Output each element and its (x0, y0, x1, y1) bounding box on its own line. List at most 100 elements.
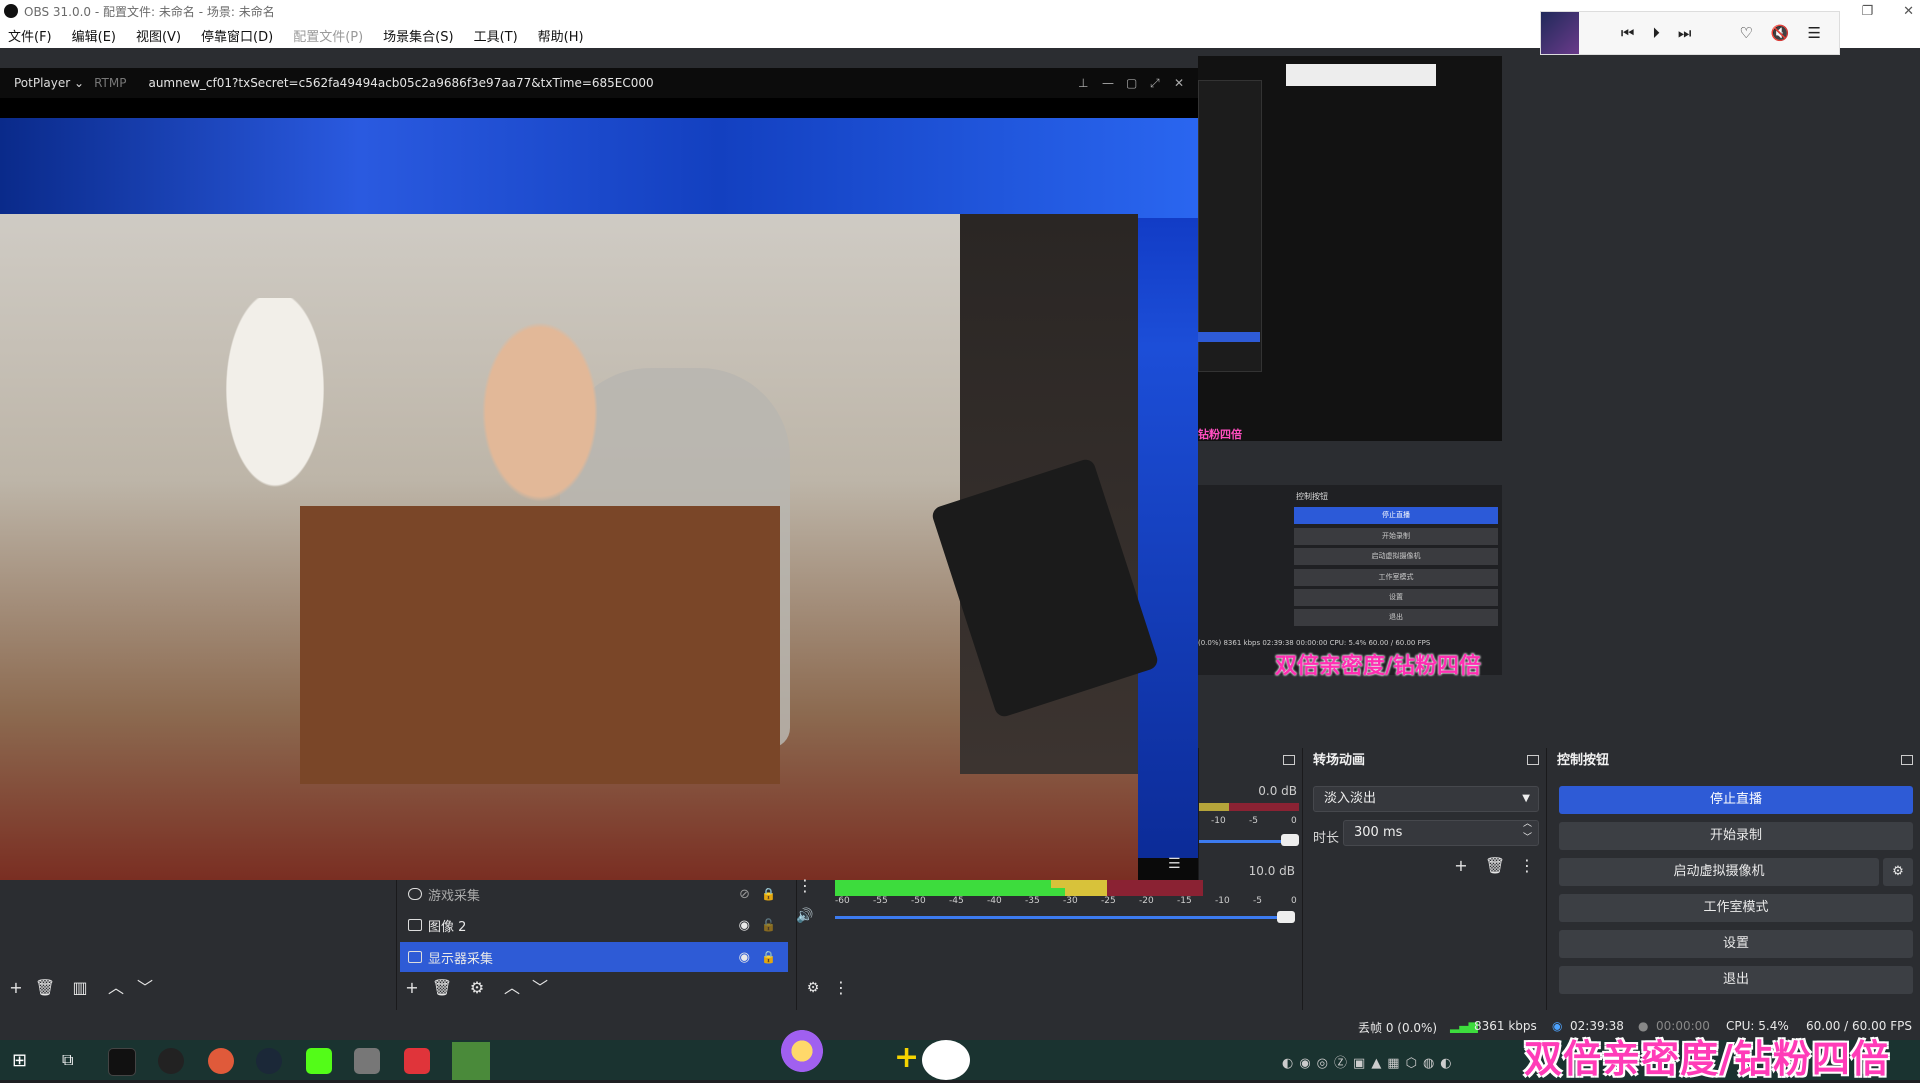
source-down-icon[interactable]: ﹀ (528, 976, 552, 1000)
start-virtual-camera-button[interactable]: 启动虚拟摄像机 (1559, 858, 1879, 886)
menu-scene-collection[interactable]: 场景集合(S) (383, 26, 453, 45)
float-icon[interactable] (1527, 755, 1539, 765)
volume-slider-top[interactable] (1199, 840, 1287, 843)
source-label: 游戏采集 (428, 888, 481, 904)
controls-dock: 控制按钮 停止直播 开始录制 启动虚拟摄像机 ⚙ 工作室模式 设置 退出 (1546, 748, 1920, 1010)
steam-icon[interactable] (256, 1048, 282, 1074)
video-frame[interactable]: ☰ (0, 118, 1198, 880)
eye-hidden-icon[interactable]: ⊘ (739, 887, 750, 902)
pot-maximize-icon[interactable]: ▢ (1126, 76, 1137, 90)
menu-docks[interactable]: 停靠窗口(D) (201, 26, 273, 45)
nested-virtual-cam: 启动虚拟摄像机 (1294, 548, 1498, 565)
float-icon[interactable] (1283, 755, 1295, 765)
settings-button[interactable]: 设置 (1559, 930, 1913, 958)
add-source-button[interactable]: + (400, 976, 424, 1000)
move-down-icon[interactable]: ﹀ (133, 976, 157, 1000)
menu-view[interactable]: 视图(V) (136, 26, 181, 45)
transition-more-icon[interactable]: ⋮ (1515, 854, 1539, 878)
nested-promo-text: 双倍亲密度/钻粉四倍 (1275, 654, 1482, 679)
start-record-button[interactable]: 开始录制 (1559, 822, 1913, 850)
close-icon[interactable]: ✕ (1903, 4, 1914, 19)
eye-icon[interactable]: ◉ (739, 918, 750, 933)
lock-icon[interactable]: 🔒 (761, 887, 776, 901)
heart-icon[interactable]: ♡ (1739, 24, 1752, 42)
pin-icon[interactable]: ⊥ (1078, 76, 1088, 90)
exit-button[interactable]: 退出 (1559, 966, 1913, 994)
source-row-game-capture[interactable]: 游戏采集 ⊘ 🔒 (400, 879, 788, 909)
move-up-icon[interactable]: ︿ (104, 976, 128, 1000)
promo-overlay-text: 双倍亲密度/钻粉四倍 (1524, 1037, 1890, 1081)
playlist-icon[interactable]: ☰ (1808, 24, 1821, 42)
menu-file[interactable]: 文件(F) (8, 26, 52, 45)
meter-scale-tick: -10 (1215, 896, 1230, 906)
windows-start-icon[interactable]: ⊞ (12, 1050, 27, 1071)
menu-edit[interactable]: 编辑(E) (72, 26, 116, 45)
nested-mini-player (1286, 64, 1436, 86)
source-up-icon[interactable]: ︿ (500, 976, 524, 1000)
crowd-background (0, 118, 1198, 218)
stop-stream-button[interactable]: 停止直播 (1559, 786, 1913, 814)
speaker-icon[interactable]: 🔊 (793, 904, 817, 928)
rank-badge-icon (778, 1026, 826, 1076)
potplayer-title-bar[interactable]: PotPlayer ⌄ RTMP aumnew_cf01?txSecret=c5… (0, 68, 1198, 98)
unlock-icon[interactable]: 🔓 (761, 918, 776, 932)
pot-close-icon[interactable]: ✕ (1174, 76, 1184, 90)
menu-profile[interactable]: 配置文件(P) (293, 26, 363, 45)
window-title: OBS 31.0.0 - 配置文件: 未命名 - 场景: 未命名 (24, 4, 275, 19)
volume-handle-top[interactable] (1281, 834, 1299, 846)
menu-help[interactable]: 帮助(H) (538, 26, 584, 45)
source-row-image[interactable]: 图像 2 ◉ 🔓 (400, 910, 788, 940)
app-z-icon[interactable] (108, 1048, 136, 1076)
play-icon[interactable]: ⏵ (1652, 24, 1660, 42)
calendar-app-icon[interactable] (404, 1048, 430, 1074)
browser-icon[interactable] (208, 1048, 234, 1074)
next-track-icon[interactable]: ⏭ (1678, 24, 1692, 42)
nested-controls-title: 控制按钮 (1296, 492, 1328, 501)
potplayer-window[interactable]: PotPlayer ⌄ RTMP aumnew_cf01?txSecret=c5… (0, 68, 1198, 880)
task-view-icon[interactable]: ⧉ (62, 1050, 73, 1070)
pot-fullscreen-icon[interactable]: ⤢ (1150, 76, 1160, 91)
lock-icon[interactable]: 🔒 (761, 950, 776, 964)
add-transition-button[interactable]: + (1449, 854, 1473, 878)
menu-tools[interactable]: 工具(T) (474, 26, 518, 45)
system-tray-icons[interactable]: ◐◉◎Ⓩ▣▲▦⬡◍◐ (1282, 1052, 1458, 1071)
transition-select[interactable]: 淡入淡出 ▼ (1313, 786, 1539, 812)
nested-exit: 退出 (1294, 609, 1498, 626)
kick-icon[interactable] (306, 1048, 332, 1074)
remove-source-button[interactable]: 🗑 (430, 976, 454, 1000)
mute-icon[interactable]: 🔇 (1771, 24, 1790, 42)
source-properties-icon[interactable]: ⚙ (465, 976, 489, 1000)
previous-track-icon[interactable]: ⏮ (1621, 24, 1635, 42)
potplayer-menu[interactable]: PotPlayer ⌄ (0, 76, 94, 90)
dock-title: 转场动画 (1313, 753, 1366, 768)
meter-scale-tick: -55 (873, 896, 888, 906)
virtual-camera-settings-icon[interactable]: ⚙ (1883, 858, 1913, 886)
volume-handle[interactable] (1277, 911, 1295, 923)
scene-filters-icon[interactable]: ▥ (68, 976, 92, 1000)
wechat-icon[interactable] (922, 1040, 970, 1080)
preview-nested-top: 钻粉四倍 (1198, 56, 1502, 441)
remove-transition-button[interactable]: 🗑 (1483, 854, 1507, 878)
add-scene-button[interactable]: + (4, 976, 28, 1000)
studio-mode-button[interactable]: 工作室模式 (1559, 894, 1913, 922)
pot-minimize-icon[interactable]: — (1102, 76, 1114, 90)
duration-spinbox[interactable]: 300 ms ︿ ﹀ (1343, 817, 1539, 846)
meter-scale-tick: 0 (1291, 896, 1297, 906)
app-icon[interactable] (354, 1048, 380, 1074)
nested-selected-row (1198, 332, 1260, 342)
audio-menu-icon[interactable]: ⋮ (793, 874, 817, 898)
audio-settings-icon[interactable]: ⚙ (801, 976, 825, 1000)
remove-scene-button[interactable]: 🗑 (33, 976, 57, 1000)
spin-arrows-icon[interactable]: ︿ ﹀ (1523, 817, 1532, 845)
float-icon[interactable] (1901, 755, 1913, 765)
meter-level-top (1199, 803, 1229, 811)
maximize-icon[interactable]: ❐ (1861, 4, 1873, 19)
player-menu-icon[interactable]: ☰ (1168, 856, 1181, 872)
audio-more-icon[interactable]: ⋮ (829, 976, 853, 1000)
obs-taskbar-icon[interactable] (158, 1048, 184, 1074)
nested-panel (1198, 80, 1262, 372)
volume-slider[interactable] (835, 916, 1293, 919)
active-app-icon[interactable] (452, 1042, 490, 1080)
source-row-display-capture[interactable]: 显示器采集 ◉ 🔒 (400, 942, 788, 972)
eye-icon[interactable]: ◉ (739, 950, 750, 965)
